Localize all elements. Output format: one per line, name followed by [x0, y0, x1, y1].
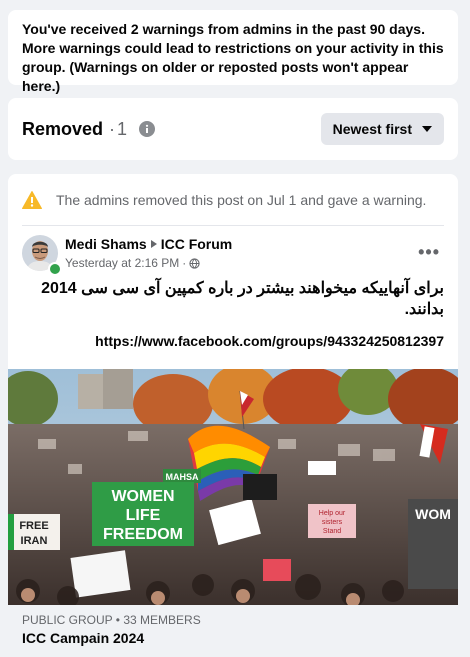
post-image[interactable]: MAHSA WOMEN LIFE FREEDOM FREE IRAN Help … — [8, 369, 458, 605]
post-timestamp[interactable]: Yesterday at 2:16 PM — [65, 256, 179, 270]
sign-line-freedom: FREEDOM — [103, 526, 183, 543]
sign-line-free: FREE — [19, 520, 48, 532]
removal-notice: The admins removed this post on Jul 1 an… — [22, 188, 444, 212]
warnings-message: You've received 2 warnings from admins i… — [22, 21, 444, 94]
sign-wom: WOM — [415, 506, 451, 522]
removed-count: 1 — [117, 118, 128, 139]
sign-line-life: LIFE — [126, 507, 161, 524]
divider — [22, 225, 444, 226]
removed-header: Removed · 1 Newest first — [8, 98, 458, 160]
online-indicator — [48, 262, 62, 276]
sign-line-sisters: sisters — [322, 519, 343, 526]
sign-line-help: Help our — [319, 510, 346, 517]
sign-line-iran: IRAN — [21, 535, 48, 547]
sign-mahsa: MAHSA — [166, 472, 199, 482]
removed-title: Removed — [22, 118, 104, 139]
removed-separator: · — [109, 118, 116, 139]
post-text: برای آنهاییکه میخواهند بیشتر در باره کمپ… — [41, 280, 444, 318]
removed-post: The admins removed this post on Jul 1 an… — [8, 174, 458, 657]
removal-notice-text: The admins removed this post on Jul 1 an… — [56, 192, 427, 208]
preview-title[interactable]: ICC Campain 2024 — [22, 630, 144, 646]
warnings-card: You've received 2 warnings from admins i… — [8, 10, 458, 94]
sign-line-stand: Stand — [323, 528, 341, 535]
post-meta: Yesterday at 2:16 PM · — [65, 256, 200, 270]
sort-button[interactable]: Newest first — [320, 113, 444, 145]
globe-icon — [189, 257, 200, 269]
triangle-right-icon — [150, 240, 157, 248]
group-name[interactable]: ICC Forum — [161, 236, 233, 252]
preview-subtitle: PUBLIC GROUP • 33 MEMBERS — [22, 613, 201, 627]
info-icon[interactable] — [139, 121, 156, 137]
caret-down-icon — [422, 126, 432, 132]
sign-line-women: WOMEN — [111, 488, 174, 505]
warning-icon — [22, 191, 42, 209]
link-preview[interactable]: PUBLIC GROUP • 33 MEMBERS ICC Campain 20… — [8, 605, 458, 657]
sort-label: Newest first — [332, 121, 412, 137]
author-name[interactable]: Medi Shams — [65, 236, 147, 252]
meta-separator: · — [182, 256, 187, 270]
post-link[interactable]: https://www.facebook.com/groups/94332425… — [95, 333, 444, 349]
post-author-line: Medi Shams ICC Forum — [65, 236, 232, 252]
more-icon[interactable]: ••• — [418, 242, 440, 263]
